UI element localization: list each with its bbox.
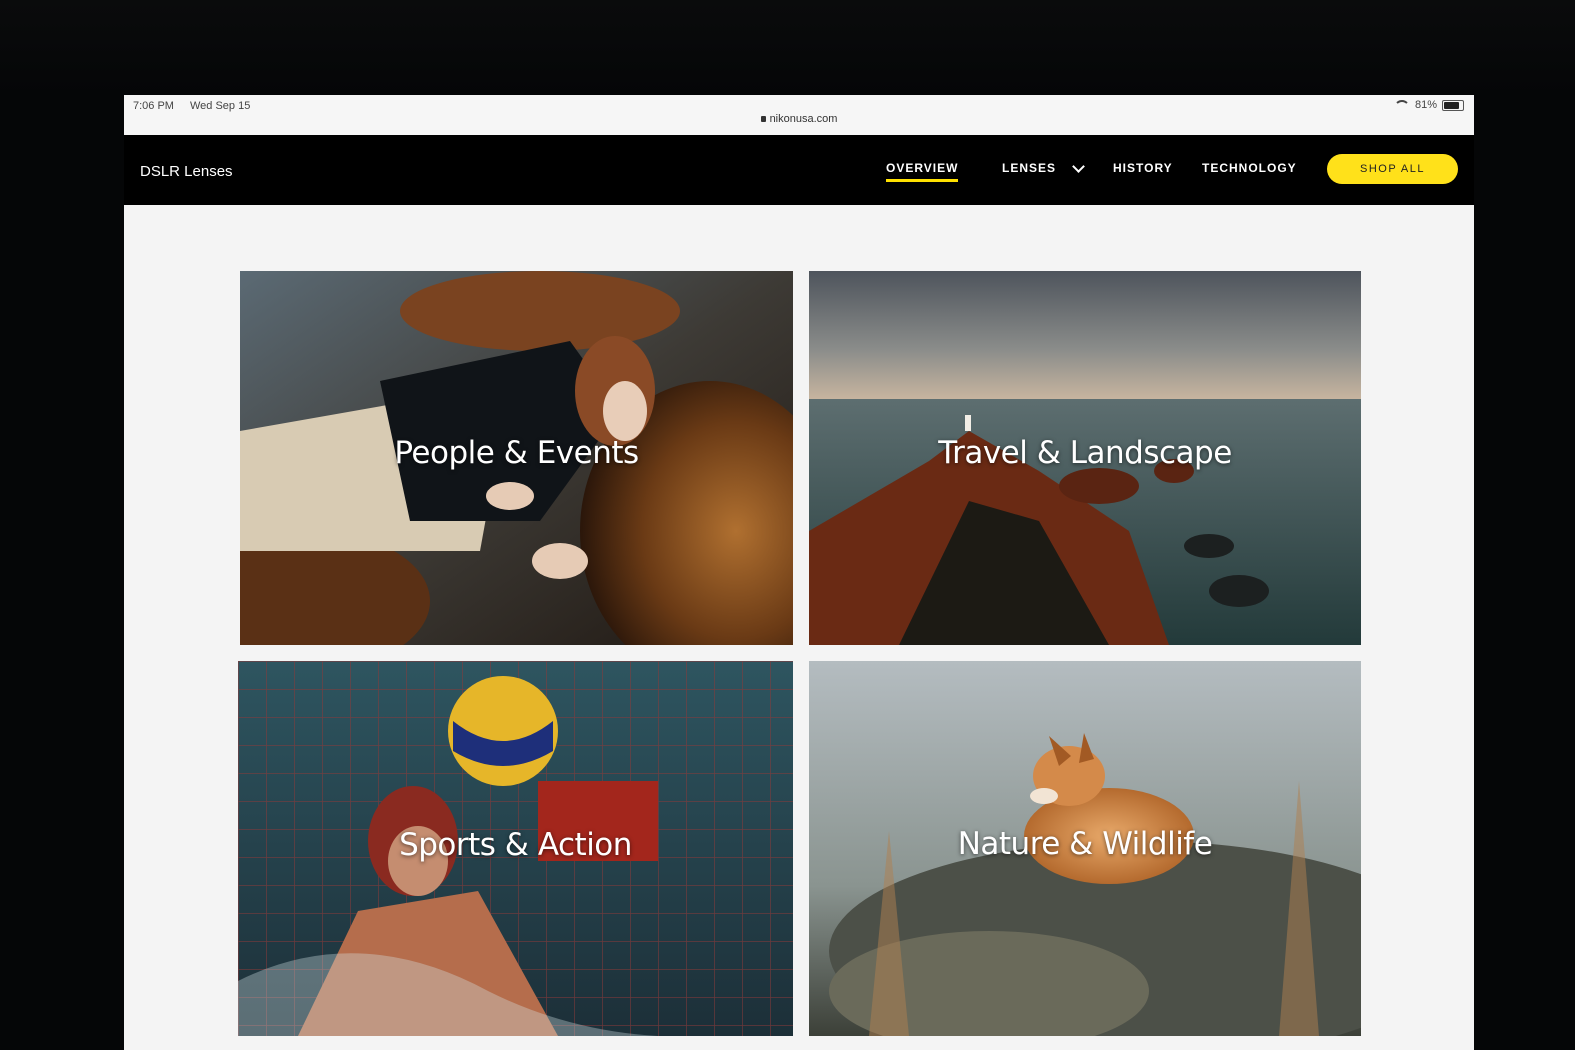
tablet-screen: 7:06 PM Wed Sep 15 nikonusa.com 81% DSLR… — [124, 95, 1474, 1050]
shop-all-button[interactable]: SHOP ALL — [1327, 154, 1458, 184]
status-time: 7:06 PM — [133, 100, 174, 112]
tile-nature-wildlife[interactable]: Nature & Wildlife — [809, 661, 1361, 1036]
site-title[interactable]: DSLR Lenses — [140, 163, 233, 180]
battery-icon — [1442, 99, 1464, 111]
address-bar[interactable]: nikonusa.com — [124, 113, 1474, 125]
status-indicators: 81% — [1393, 99, 1464, 111]
nav-item-overview[interactable]: OVERVIEW — [886, 161, 959, 182]
tile-label: Sports & Action — [399, 827, 632, 863]
nav-item-technology[interactable]: TECHNOLOGY — [1202, 161, 1297, 175]
lock-icon — [760, 116, 766, 122]
tile-label: Travel & Landscape — [938, 435, 1232, 471]
nav-item-lenses[interactable]: LENSES — [1002, 161, 1056, 175]
wifi-icon — [1393, 99, 1410, 111]
status-bar: 7:06 PM Wed Sep 15 nikonusa.com 81% — [124, 95, 1474, 135]
tile-travel-landscape[interactable]: Travel & Landscape — [809, 271, 1361, 645]
category-grid: People & Events Travel & Landscape Sport… — [124, 205, 1474, 1050]
nav-item-history[interactable]: HISTORY — [1113, 161, 1173, 175]
url-text: nikonusa.com — [769, 113, 838, 125]
status-date: Wed Sep 15 — [190, 100, 251, 112]
battery-percent: 81% — [1414, 99, 1437, 111]
chevron-down-icon[interactable] — [1072, 160, 1085, 173]
device-bezel — [0, 0, 1575, 95]
tile-people-events[interactable]: People & Events — [240, 271, 793, 645]
site-navigation: DSLR Lenses OVERVIEW LENSES HISTORY TECH… — [124, 135, 1474, 205]
tile-label: Nature & Wildlife — [957, 826, 1213, 862]
tile-sports-action[interactable]: Sports & Action — [238, 661, 793, 1036]
battery-fill — [1444, 101, 1459, 109]
tile-label: People & Events — [394, 435, 639, 471]
